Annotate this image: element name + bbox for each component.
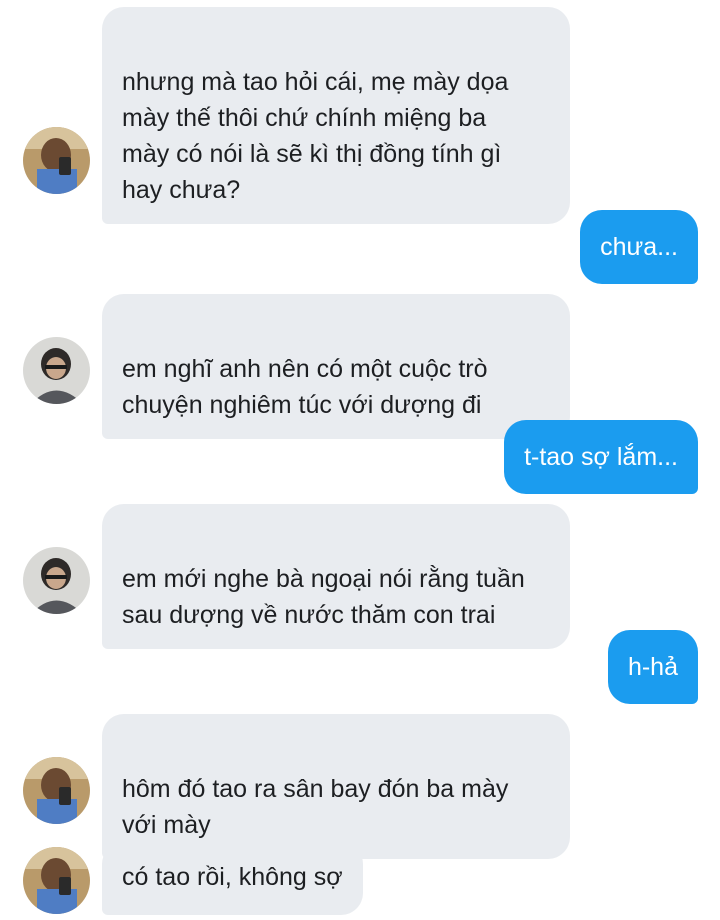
avatar-photo-icon — [23, 127, 90, 194]
avatar-photo-icon — [23, 337, 90, 404]
message-text: em nghĩ anh nên có một cuộc trò chuyện n… — [122, 355, 488, 419]
avatar[interactable] — [23, 547, 90, 614]
message-text: nhưng mà tao hỏi cái, mẹ mày dọa mày thế… — [122, 68, 509, 204]
message-text: hôm đó tao ra sân bay đón ba mày với mày — [122, 775, 509, 839]
message-bubble-incoming[interactable]: có tao rồi, không sợ — [102, 842, 363, 915]
message-bubble-incoming[interactable]: em mới nghe bà ngoại nói rằng tuần sau d… — [102, 504, 570, 649]
message-bubble-outgoing[interactable]: t-tao sợ lắm... — [504, 420, 698, 494]
avatar-photo-icon — [23, 847, 90, 914]
message-text: chưa... — [600, 233, 678, 261]
message-text: h-hả — [627, 653, 678, 681]
avatar-photo-icon — [23, 547, 90, 614]
message-bubble-outgoing[interactable]: h-hả — [607, 630, 698, 704]
avatar[interactable] — [23, 847, 90, 914]
message-text: có tao rồi, không sợ — [122, 863, 343, 891]
avatar[interactable] — [23, 127, 90, 194]
avatar-photo-icon — [23, 757, 90, 824]
message-bubble-incoming[interactable]: em nghĩ anh nên có một cuộc trò chuyện n… — [102, 294, 570, 439]
message-text: t-tao sợ lắm... — [524, 443, 678, 471]
message-bubble-incoming[interactable]: hôm đó tao ra sân bay đón ba mày với mày — [102, 714, 570, 859]
message-bubble-outgoing[interactable]: chưa... — [580, 210, 698, 284]
message-bubble-incoming[interactable]: nhưng mà tao hỏi cái, mẹ mày dọa mày thế… — [102, 7, 570, 224]
avatar[interactable] — [23, 337, 90, 404]
avatar[interactable] — [23, 757, 90, 824]
message-text: em mới nghe bà ngoại nói rằng tuần sau d… — [122, 565, 525, 629]
